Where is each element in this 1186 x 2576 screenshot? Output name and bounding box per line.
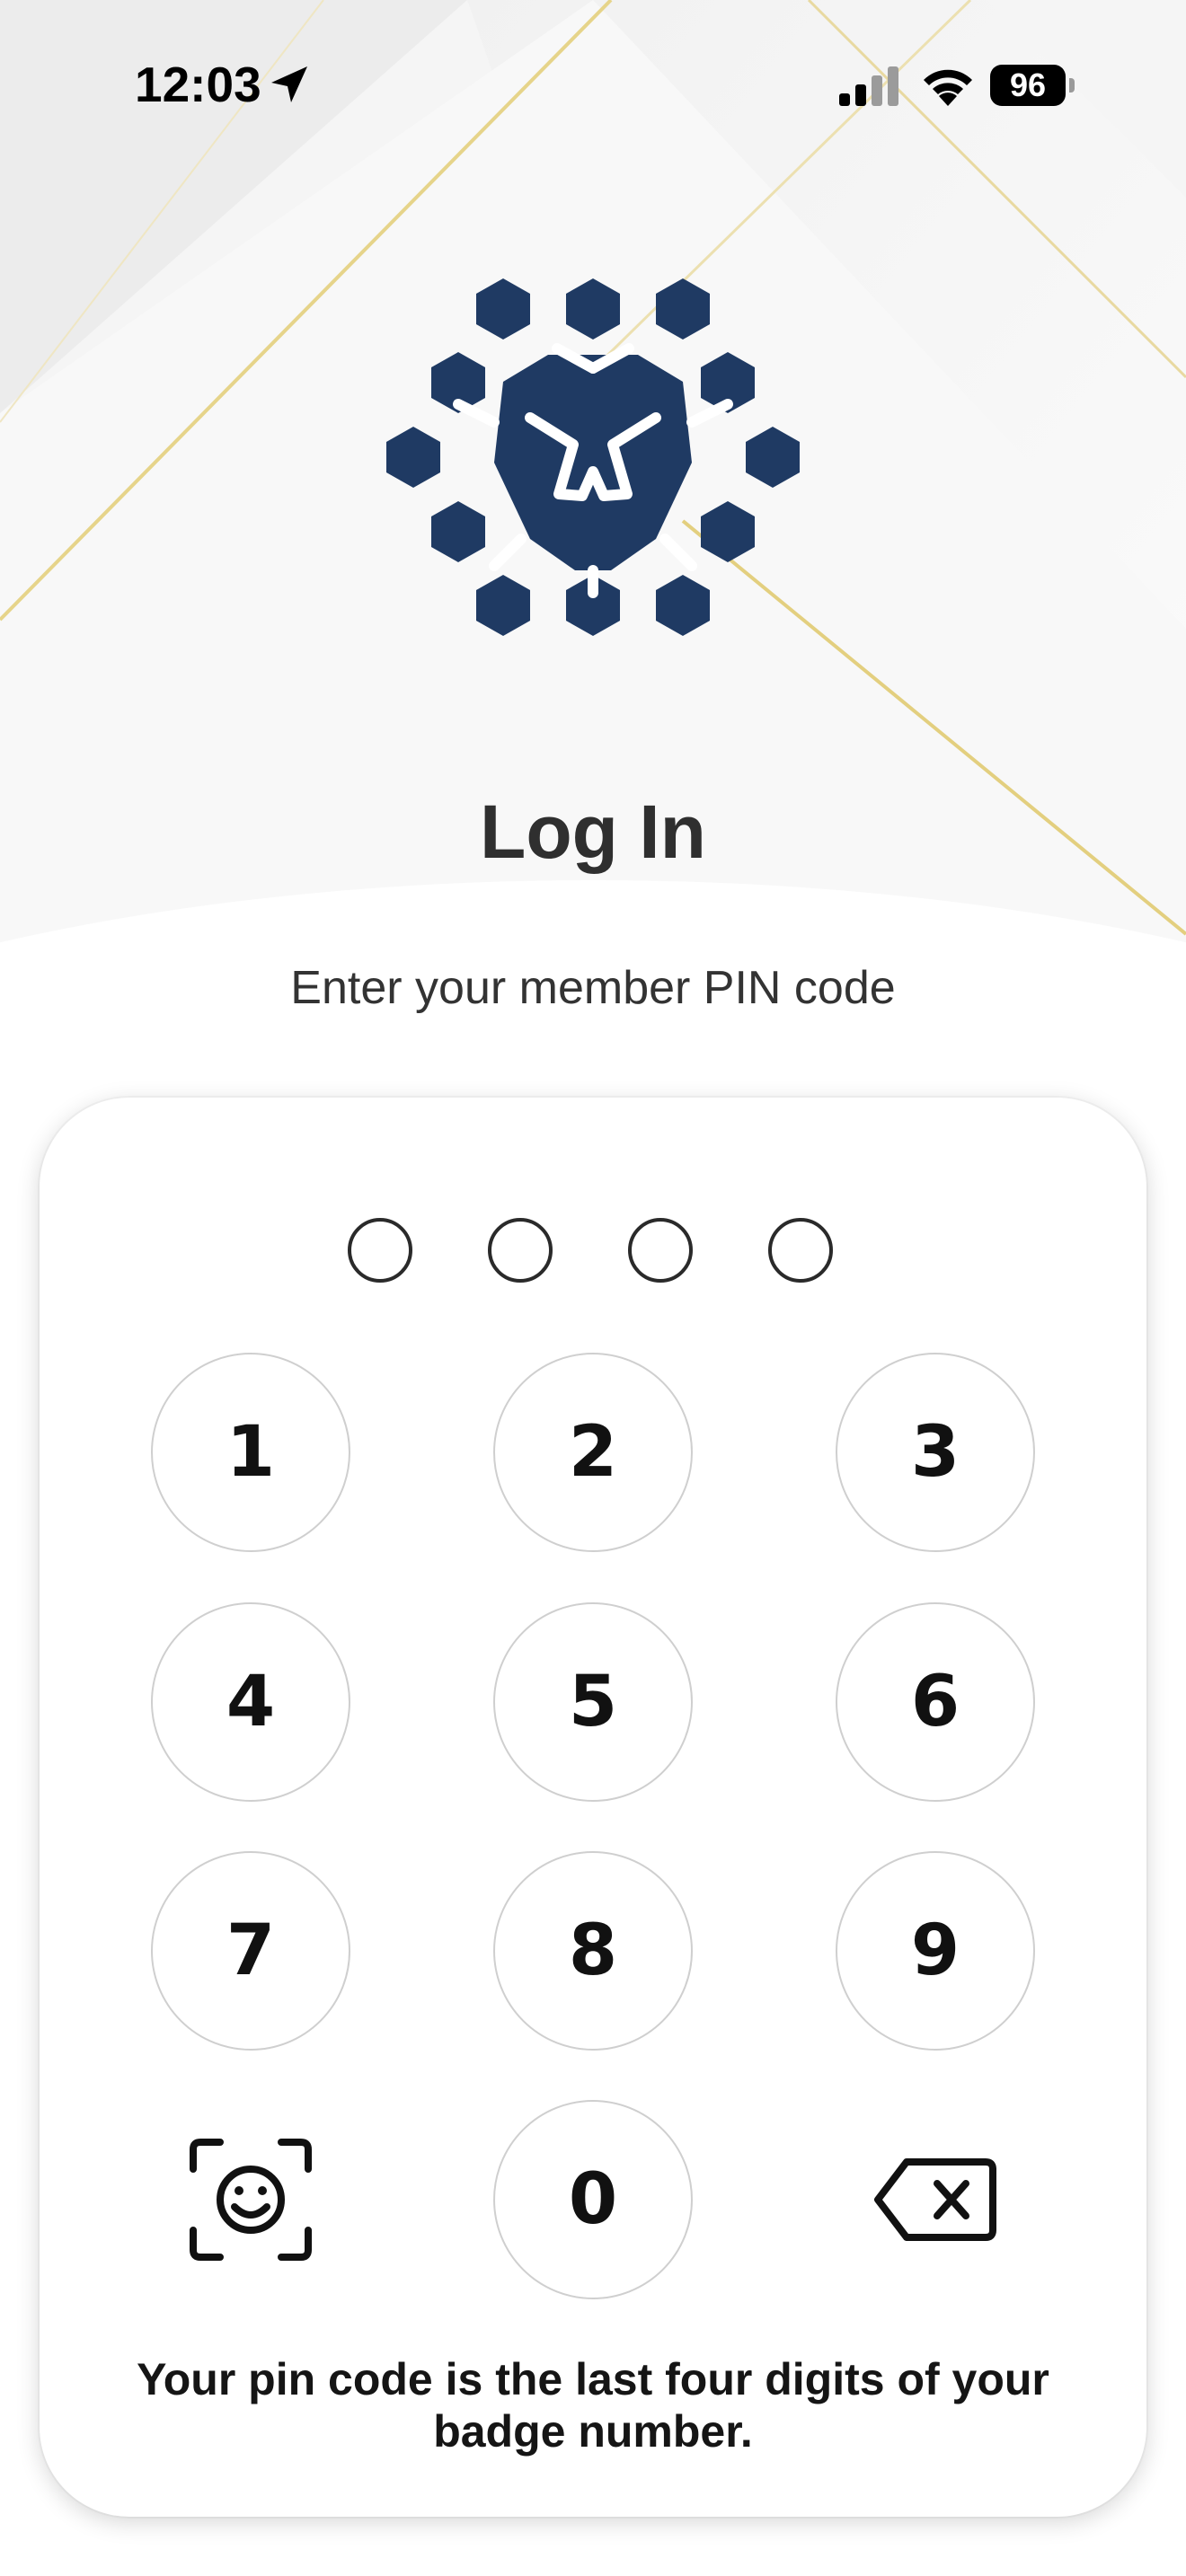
key-0-label: 0 <box>568 2159 618 2240</box>
pin-dot-3 <box>628 1218 693 1283</box>
status-bar: 12:03 96 <box>0 0 1186 171</box>
battery-level: 96 <box>1009 66 1047 103</box>
key-8-label: 8 <box>568 1910 618 1991</box>
key-6-label: 6 <box>910 1662 960 1742</box>
key-9-label: 9 <box>910 1910 960 1991</box>
key-9[interactable]: 9 <box>836 1851 1035 2051</box>
cellular-signal-icon <box>839 66 898 106</box>
pin-dot-4 <box>768 1218 833 1283</box>
pin-dot-1 <box>348 1218 412 1283</box>
battery-cap <box>1069 78 1075 93</box>
status-time: 12:03 <box>135 57 261 112</box>
battery-icon: 96 <box>990 65 1076 106</box>
face-id-icon <box>190 2139 312 2261</box>
key-4[interactable]: 4 <box>151 1602 350 1802</box>
key-2[interactable]: 2 <box>493 1353 693 1552</box>
key-5[interactable]: 5 <box>493 1602 693 1802</box>
key-3-label: 3 <box>910 1412 960 1493</box>
key-4-label: 4 <box>226 1662 276 1742</box>
lion-hexagon-logo <box>386 278 800 636</box>
pin-dot-2 <box>488 1218 553 1283</box>
key-8[interactable]: 8 <box>493 1851 693 2051</box>
pin-indicator <box>40 1218 1146 1290</box>
pin-keypad-card: 1 2 3 4 5 6 7 8 9 0 Your pin code is the… <box>40 1098 1146 2517</box>
face-id-button[interactable] <box>151 2100 350 2299</box>
key-7-label: 7 <box>226 1910 276 1991</box>
key-5-label: 5 <box>568 1662 618 1742</box>
key-2-label: 2 <box>568 1412 618 1493</box>
wifi-icon <box>924 69 972 106</box>
page-subtitle: Enter your member PIN code <box>290 962 896 1014</box>
location-arrow-icon <box>271 66 307 102</box>
key-6[interactable]: 6 <box>836 1602 1035 1802</box>
key-1[interactable]: 1 <box>151 1353 350 1552</box>
delete-button[interactable] <box>836 2100 1035 2299</box>
key-1-label: 1 <box>226 1412 276 1493</box>
page-title: Log In <box>480 790 706 874</box>
key-3[interactable]: 3 <box>836 1353 1035 1552</box>
key-0[interactable]: 0 <box>493 2100 693 2299</box>
backspace-icon <box>874 2158 996 2241</box>
key-7[interactable]: 7 <box>151 1851 350 2051</box>
pin-hint-text: Your pin code is the last four digits of… <box>137 2354 1049 2457</box>
